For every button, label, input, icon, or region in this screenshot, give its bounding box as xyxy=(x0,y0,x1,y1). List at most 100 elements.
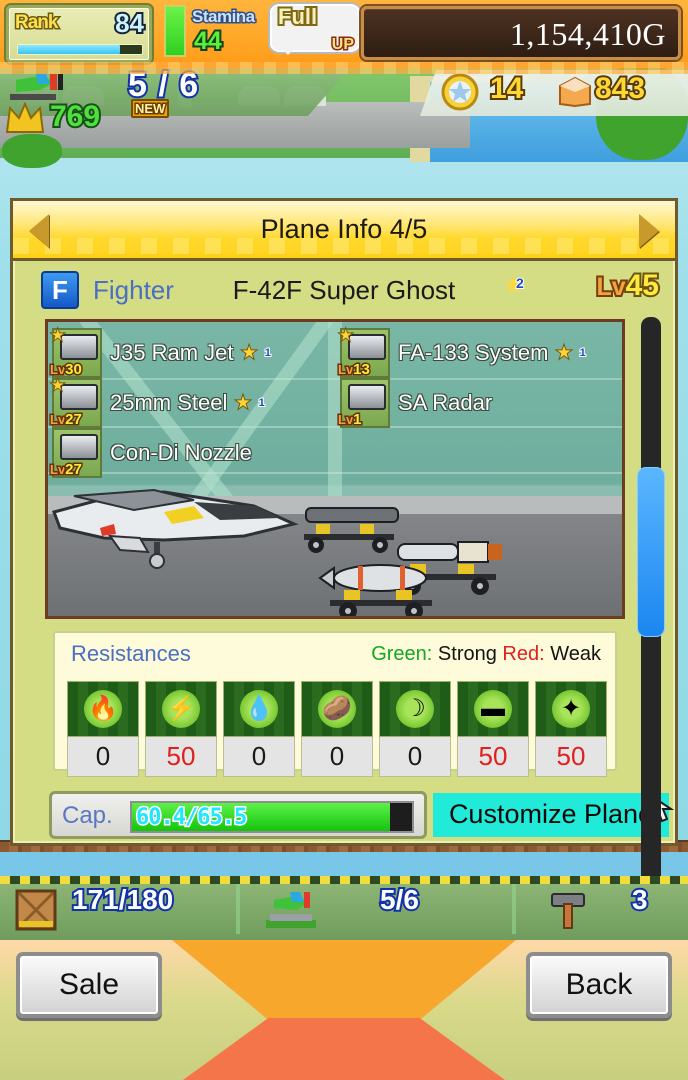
legend-red-key: Red: xyxy=(502,643,545,665)
part-icon: ★ Lv13 xyxy=(336,326,390,380)
bullet-icon: ▬ xyxy=(457,681,529,737)
resistance-cell: ▬ 50 xyxy=(457,681,529,777)
next-plane-arrow[interactable] xyxy=(639,214,659,248)
footer-bar: Sale Back xyxy=(0,940,688,1080)
tree xyxy=(2,134,62,168)
part-level: Lv1 xyxy=(336,410,363,430)
part-icon: Lv27 xyxy=(48,428,102,480)
stamina-label: Stamina xyxy=(191,6,257,28)
part-name: SA Radar xyxy=(398,390,493,415)
resistance-cell: 🔥 0 xyxy=(67,681,139,777)
part-item[interactable]: ★ Lv27 25mm Steel ★ 1 xyxy=(48,376,265,430)
part-icon: ★ Lv27 xyxy=(48,376,102,430)
part-name: 25mm Steel xyxy=(110,390,228,415)
part-name: FA-133 System xyxy=(398,340,549,365)
rank-progress-fill xyxy=(18,45,120,54)
resistance-glyph: ☽ xyxy=(404,695,426,722)
part-gold-star-icon: ★ xyxy=(50,326,66,345)
part-star-rank: 1 xyxy=(579,346,587,360)
part-item[interactable]: ★ Lv30 J35 Ram Jet ★ 1 xyxy=(48,326,272,380)
resistance-glyph: ⚡ xyxy=(166,695,196,722)
star-count: 2 xyxy=(515,274,525,292)
resistance-cell: ⚡ 50 xyxy=(145,681,217,777)
part-star-icon: ★ xyxy=(234,392,251,413)
resistance-value: 0 xyxy=(223,737,295,777)
medal-value: 14 xyxy=(488,70,525,107)
part-level-value: 30 xyxy=(64,360,84,380)
part-level-value: 1 xyxy=(352,410,363,430)
hammer-count: 3 xyxy=(630,882,649,917)
plane-header-row: F Fighter F-42F Super Ghost ★ 2 Lv45 xyxy=(13,261,675,319)
sale-button[interactable]: Sale xyxy=(16,952,162,1018)
footer-decor xyxy=(172,940,516,1020)
part-name: J35 Ram Jet xyxy=(110,340,234,365)
resistance-cell: ✦ 50 xyxy=(535,681,607,777)
part-level-prefix: Lv xyxy=(48,461,66,479)
part-glyph xyxy=(60,334,98,360)
stamina-value: 44 xyxy=(192,25,224,57)
water-icon: 💧 xyxy=(223,681,295,737)
part-glyph xyxy=(348,384,386,410)
gold-display: 1,154,410G xyxy=(361,6,681,60)
top-hud: Rank 84 Stamina 44 Full UP 1,154,410G xyxy=(0,0,688,74)
part-glyph xyxy=(60,434,98,460)
resistance-glyph: 💧 xyxy=(244,695,274,722)
level-value: 45 xyxy=(624,267,661,304)
rank-label: Rank xyxy=(13,11,60,35)
box-icon xyxy=(559,76,591,108)
star-burst-icon: ✦ xyxy=(535,681,607,737)
part-item[interactable]: Lv27 Con-Di Nozzle xyxy=(48,428,252,480)
part-glyph xyxy=(348,334,386,360)
resistance-value: 0 xyxy=(67,737,139,777)
game-screen: Rank 84 Stamina 44 Full UP 1,154,410G 5 … xyxy=(0,0,688,1080)
capacity-text: 60.4/65.5 xyxy=(134,804,248,832)
part-name: Con-Di Nozzle xyxy=(110,440,252,465)
scrollbar-thumb[interactable] xyxy=(637,467,665,637)
resistance-glyph: ▬ xyxy=(481,695,505,722)
new-badge: NEW xyxy=(131,99,170,118)
part-item[interactable]: Lv1 SA Radar xyxy=(336,378,493,430)
resistance-glyph: 🥔 xyxy=(322,695,352,722)
part-star-rank: 1 xyxy=(264,346,272,360)
capacity-label: Cap. xyxy=(62,802,113,829)
resistance-value: 50 xyxy=(457,737,529,777)
bubble-up-label: UP xyxy=(330,35,355,55)
part-level-prefix: Lv xyxy=(336,411,354,429)
lightning-icon: ⚡ xyxy=(145,681,217,737)
panel-title-bar: Plane Info 4/5 xyxy=(13,201,675,261)
stamina-box[interactable]: Stamina 44 Full UP xyxy=(160,2,360,65)
bottom-stats-bar: 171/180 5/6 3 xyxy=(0,876,688,940)
part-star-icon: ★ xyxy=(240,342,257,363)
resistance-cell: 🥔 0 xyxy=(301,681,373,777)
resistances-box: Resistances Green: Strong Red: Weak 🔥 0 ⚡ 5… xyxy=(53,631,617,777)
part-gold-star-icon: ★ xyxy=(50,376,66,395)
earth-icon: 🥔 xyxy=(301,681,373,737)
legend-red-value: Weak xyxy=(550,643,601,665)
footer-decor xyxy=(172,1018,516,1080)
medal-icon xyxy=(441,73,479,111)
box-value: 843 xyxy=(593,70,647,107)
page-title: Plane Info 4/5 xyxy=(260,214,428,244)
resistance-cells: 🔥 0 ⚡ 50 💧 0 🥔 0 ☽ 0 ▬ 50 ✦ 50 xyxy=(67,681,607,777)
divider xyxy=(236,884,240,934)
plane-name: F-42F Super Ghost xyxy=(232,275,456,305)
rank-value: 84 xyxy=(113,6,146,40)
crown-value: 769 xyxy=(48,98,102,135)
crate-count: 171/180 xyxy=(70,882,175,917)
level-prefix: Lv xyxy=(594,271,627,303)
rank-box[interactable]: Rank 84 xyxy=(6,5,152,63)
part-item[interactable]: ★ Lv13 FA-133 System ★ 1 xyxy=(336,326,587,380)
part-glyph xyxy=(60,384,98,410)
back-button[interactable]: Back xyxy=(526,952,672,1018)
gold-value: 1,154,410G xyxy=(509,16,666,52)
bubble-full-label: Full xyxy=(276,2,319,31)
customize-plane-button[interactable]: Customize Plane xyxy=(433,793,669,837)
part-level-value: 13 xyxy=(352,360,372,380)
legend-green-key: Green: xyxy=(371,643,433,665)
plane-stand-icon xyxy=(266,892,316,928)
crown-icon xyxy=(5,102,45,133)
resistance-value: 0 xyxy=(379,737,451,777)
bomb-cart xyxy=(318,564,432,616)
resistances-legend: Green: Strong Red: Weak xyxy=(371,643,601,666)
part-level-prefix: Lv xyxy=(48,411,66,429)
